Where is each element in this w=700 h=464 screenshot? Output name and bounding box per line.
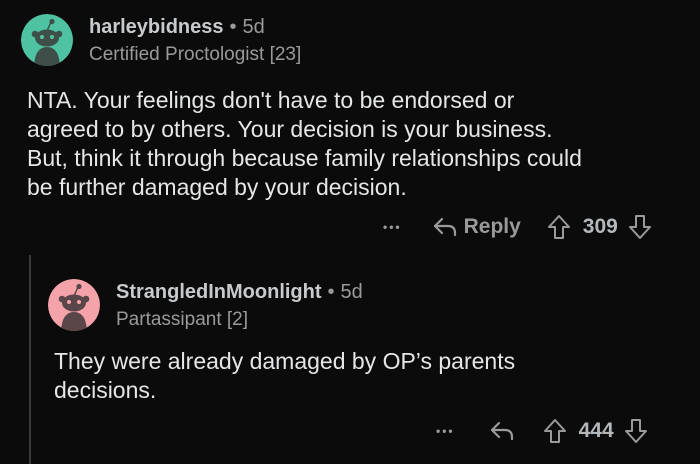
comment-body-line: They were already damaged by OP’s parent…	[54, 348, 516, 374]
more-options-button[interactable]: •••	[383, 221, 402, 233]
user-flair: Certified Proctologist [23]	[89, 44, 302, 65]
user-avatar[interactable]	[48, 279, 100, 331]
comment-author-line: harleybidness • 5d	[89, 16, 265, 39]
downvote-button[interactable]	[628, 214, 652, 240]
reddit-snoo-avatar-icon	[48, 279, 100, 331]
comment-body: NTA. Your feelings don't have to be endo…	[27, 86, 582, 202]
user-avatar[interactable]	[21, 14, 73, 66]
reply-arrow-icon	[490, 421, 513, 441]
downvote-button[interactable]	[624, 418, 648, 444]
upvote-icon	[543, 419, 566, 443]
comment-author-line: StrangledInMoonlight • 5d	[116, 281, 363, 304]
comment-body-line: be further damaged by your decision.	[27, 174, 407, 200]
user-flair: Partassipant [2]	[116, 309, 249, 330]
username[interactable]: StrangledInMoonlight	[116, 281, 322, 303]
downvote-icon	[624, 419, 647, 443]
upvote-button[interactable]	[547, 214, 571, 240]
more-options-button[interactable]: •••	[436, 425, 455, 437]
comment-actions: ••• Reply 309	[383, 212, 652, 242]
upvote-icon	[547, 215, 570, 239]
comment-age: 5d	[242, 16, 265, 38]
comment-body-line: agreed to by others. Your decision is yo…	[27, 116, 553, 142]
comment-body-line: But, think it through because family rel…	[27, 145, 582, 171]
separator-dot: •	[327, 281, 335, 303]
separator-dot: •	[229, 16, 237, 38]
thread-line[interactable]	[29, 255, 31, 464]
vote-score: 444	[578, 419, 614, 442]
comment-body-line: NTA. Your feelings don't have to be endo…	[27, 87, 515, 113]
comment-body-line: decisions.	[54, 377, 157, 403]
reply-arrow-icon	[433, 217, 456, 237]
reddit-snoo-avatar-icon	[21, 14, 73, 66]
comment-actions: ••• 444	[436, 416, 648, 446]
comment-age: 5d	[340, 281, 363, 303]
reply-label: Reply	[463, 215, 521, 238]
reply-button[interactable]	[489, 420, 515, 442]
vote-score: 309	[582, 215, 618, 238]
downvote-icon	[628, 215, 651, 239]
reply-button[interactable]: Reply	[432, 215, 521, 239]
username[interactable]: harleybidness	[89, 16, 224, 38]
upvote-button[interactable]	[543, 418, 567, 444]
comment-body: They were already damaged by OP’s parent…	[54, 347, 515, 405]
